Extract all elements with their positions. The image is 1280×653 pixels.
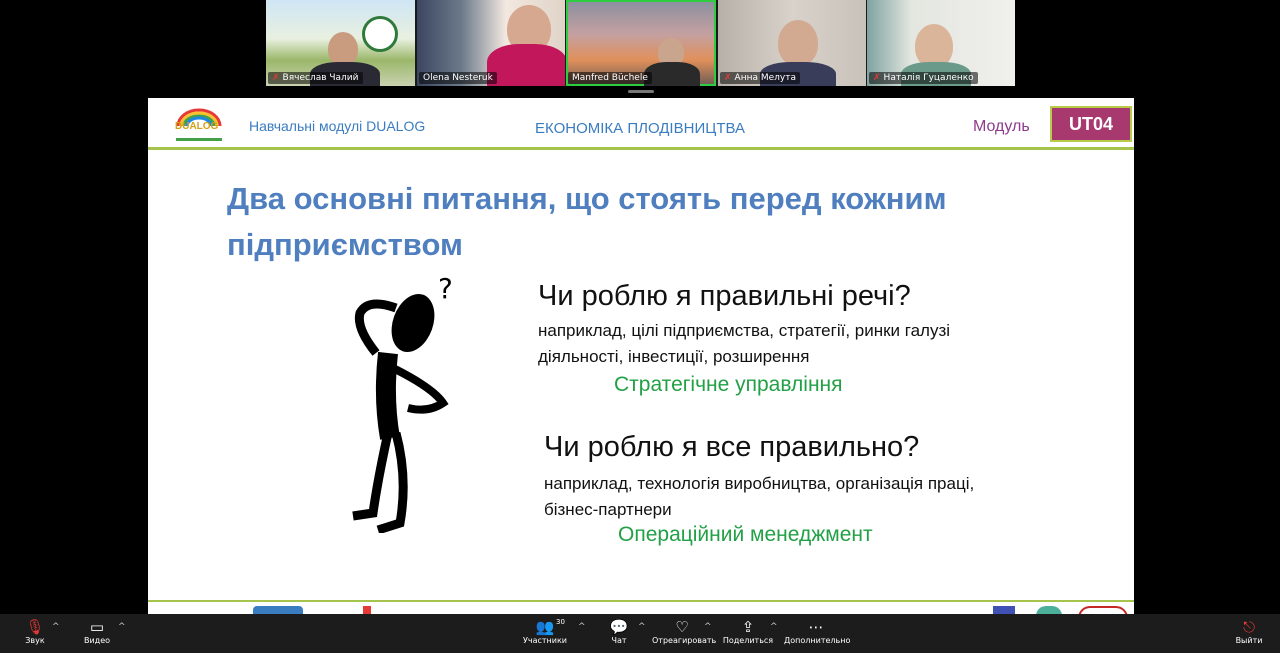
- shared-slide: DUALOG Навчальні модулі DUALOG ЕКОНОМІКА…: [148, 98, 1134, 614]
- mic-muted-icon: 🎙: [25, 618, 45, 636]
- participant-tile[interactable]: ✗ Вячеслав Чалий: [266, 0, 415, 86]
- chevron-up-icon[interactable]: ^: [638, 622, 646, 632]
- exit-door-icon: ⎋: [1243, 618, 1255, 636]
- slide-title: Два основні питання, що стоять перед кож…: [227, 181, 947, 262]
- mic-muted-icon: ✗: [873, 73, 881, 83]
- participant-name: ✗ Вячеслав Чалий: [268, 72, 363, 84]
- footer-partner-logo: [363, 606, 371, 614]
- header-divider: [148, 147, 1134, 150]
- module-code-badge: UT04: [1050, 106, 1132, 142]
- chevron-up-icon[interactable]: ^: [704, 622, 712, 632]
- module-label: Модуль: [973, 118, 1030, 135]
- react-button[interactable]: ♡ Отреагировать: [652, 618, 716, 645]
- chat-bubble-icon: 💬: [609, 618, 629, 636]
- video-button[interactable]: ▭ Видео: [82, 618, 112, 645]
- participant-name: ✗ Анна Мелута: [720, 72, 800, 84]
- participant-name: ✗ Наталія Гуцаленко: [869, 72, 978, 84]
- question-2-answer: Операційний менеджмент: [618, 523, 873, 546]
- question-2: Чи роблю я все правильно?: [544, 431, 920, 463]
- footer-partner-logo: [1036, 606, 1062, 614]
- heart-icon: ♡: [675, 618, 689, 636]
- chevron-up-icon[interactable]: ^: [52, 622, 60, 632]
- participant-tile[interactable]: ✗ Наталія Гуцаленко: [867, 0, 1015, 86]
- footer-divider: [148, 600, 1134, 602]
- header-center: ЕКОНОМІКА ПЛОДІВНИЦТВА: [535, 120, 745, 137]
- share-screen-icon: ⇪: [741, 618, 755, 636]
- question-1: Чи роблю я правильні речі?: [538, 280, 911, 312]
- participants-button[interactable]: 👥 30 Участники: [522, 618, 568, 645]
- meeting-toolbar: 🎙 Звук ^ ▭ Видео ^ 👥 30 Участники ^ 💬 Ча…: [0, 614, 1280, 653]
- thinking-figure-illustration: ?: [352, 272, 453, 533]
- footer-partner-logo: [253, 606, 303, 614]
- participant-tile[interactable]: ✗ Анна Мелута: [718, 0, 866, 86]
- participant-name: Manfred Büchele: [568, 72, 652, 84]
- chevron-up-icon[interactable]: ^: [770, 622, 778, 632]
- question-2-examples: наприклад, технологія виробництва, орган…: [544, 474, 975, 519]
- participant-tile-active[interactable]: Manfred Büchele: [566, 0, 716, 86]
- logo-seal: [362, 16, 398, 52]
- mic-muted-icon: ✗: [724, 73, 732, 83]
- participant-name: Olena Nesteruk: [419, 72, 497, 84]
- more-button[interactable]: ⋯ Дополнительно: [784, 618, 850, 645]
- question-1-examples: наприклад, цілі підприємства, стратегії,…: [538, 321, 951, 366]
- question-1-answer: Стратегічне управління: [614, 373, 843, 396]
- participants-count: 30: [556, 618, 565, 626]
- header-left: Навчальні модулі DUALOG: [249, 118, 426, 134]
- audio-button[interactable]: 🎙 Звук: [20, 618, 50, 645]
- chat-button[interactable]: 💬 Чат: [606, 618, 632, 645]
- mic-muted-icon: ✗: [272, 73, 280, 83]
- video-camera-icon: ▭: [89, 618, 105, 636]
- participant-tile[interactable]: Olena Nesteruk: [417, 0, 565, 86]
- svg-text:?: ?: [438, 272, 453, 305]
- chevron-up-icon[interactable]: ^: [578, 622, 586, 632]
- footer-partner-logo: [1078, 606, 1128, 614]
- leave-button[interactable]: ⎋ Выйти: [1234, 618, 1264, 645]
- more-dots-icon: ⋯: [808, 618, 824, 636]
- footer-partner-logo: [993, 606, 1015, 614]
- chevron-up-icon[interactable]: ^: [118, 622, 126, 632]
- share-button[interactable]: ⇪ Поделиться: [722, 618, 774, 645]
- logo-text: DUALOG: [175, 121, 219, 132]
- drag-handle[interactable]: [628, 90, 654, 93]
- participant-strip: ✗ Вячеслав Чалий Olena Nesteruk Manfred B…: [266, 0, 1015, 86]
